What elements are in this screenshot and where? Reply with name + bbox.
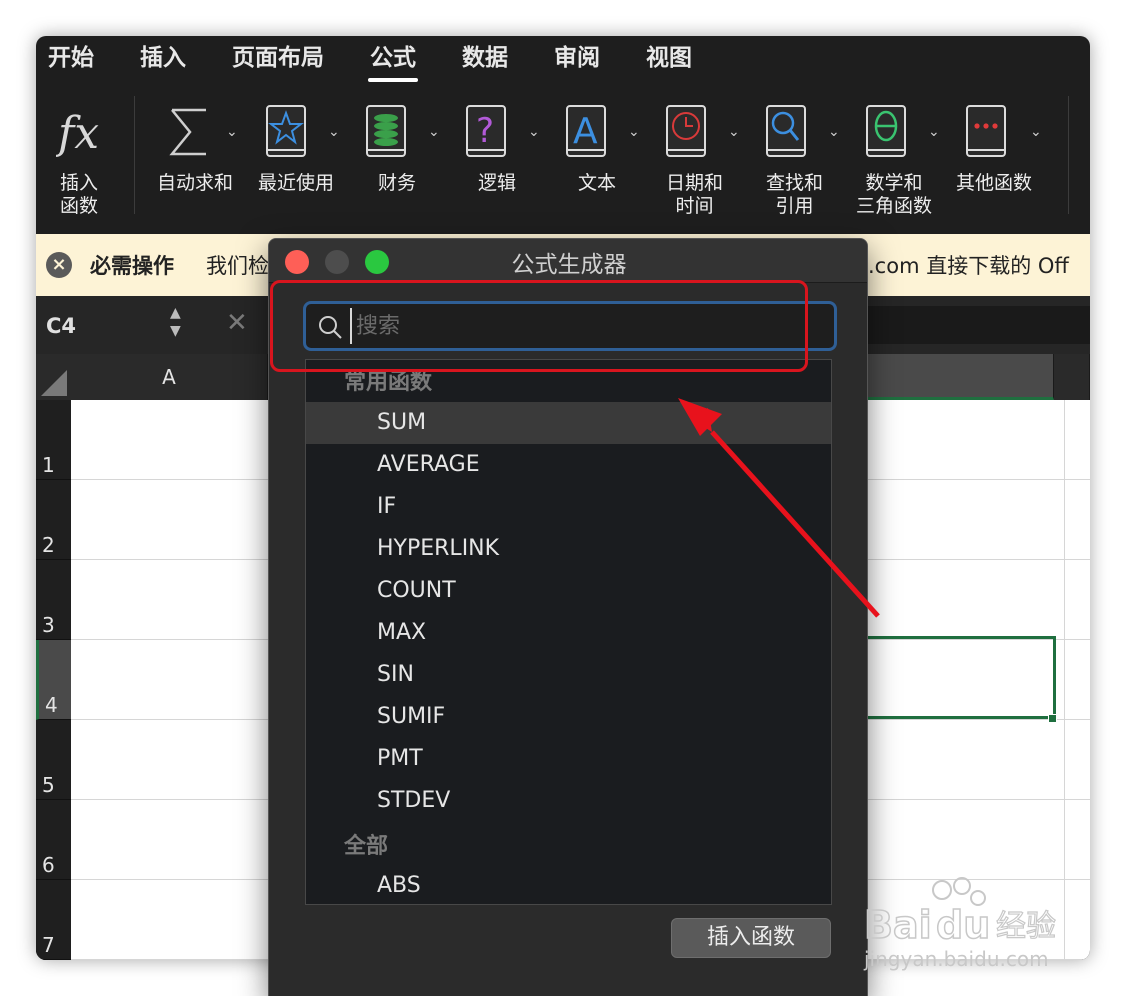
svg-text:jingyan.baidu.com: jingyan.baidu.com <box>863 947 1049 971</box>
svg-text:Bai: Bai <box>864 903 932 947</box>
svg-text:du: du <box>936 903 990 947</box>
svg-text:经验: 经验 <box>996 909 1056 944</box>
baidu-watermark-logo: Bai du 经验 jingyan.baidu.com <box>863 877 1057 971</box>
annotation-arrow-icon <box>678 398 880 618</box>
